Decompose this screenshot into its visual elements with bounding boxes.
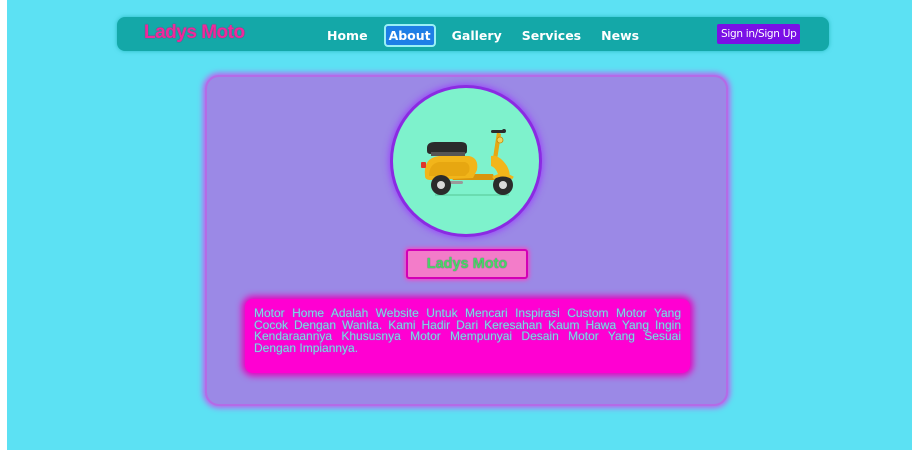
nav-link-news[interactable]: News [597, 25, 643, 46]
nav-links: Home About Gallery Services News [323, 22, 655, 48]
navbar: Ladys Moto Home About Gallery Services N… [117, 17, 829, 51]
card-title: Ladys Moto [406, 249, 528, 279]
nav-link-gallery[interactable]: Gallery [448, 25, 506, 46]
about-card: Ladys Moto Motor Home Adalah Website Unt… [205, 75, 728, 406]
nav-link-services[interactable]: Services [518, 25, 585, 46]
page-background: Ladys Moto Home About Gallery Services N… [7, 0, 912, 450]
card-description: Motor Home Adalah Website Untuk Mencari … [245, 299, 690, 373]
scooter-icon [421, 129, 514, 196]
nav-link-about[interactable]: About [383, 23, 436, 47]
brand-logo[interactable]: Ladys Moto [144, 22, 245, 44]
avatar-circle [393, 88, 539, 234]
nav-link-home[interactable]: Home [323, 25, 372, 46]
signin-signup-button[interactable]: Sign in/Sign Up [717, 24, 801, 44]
